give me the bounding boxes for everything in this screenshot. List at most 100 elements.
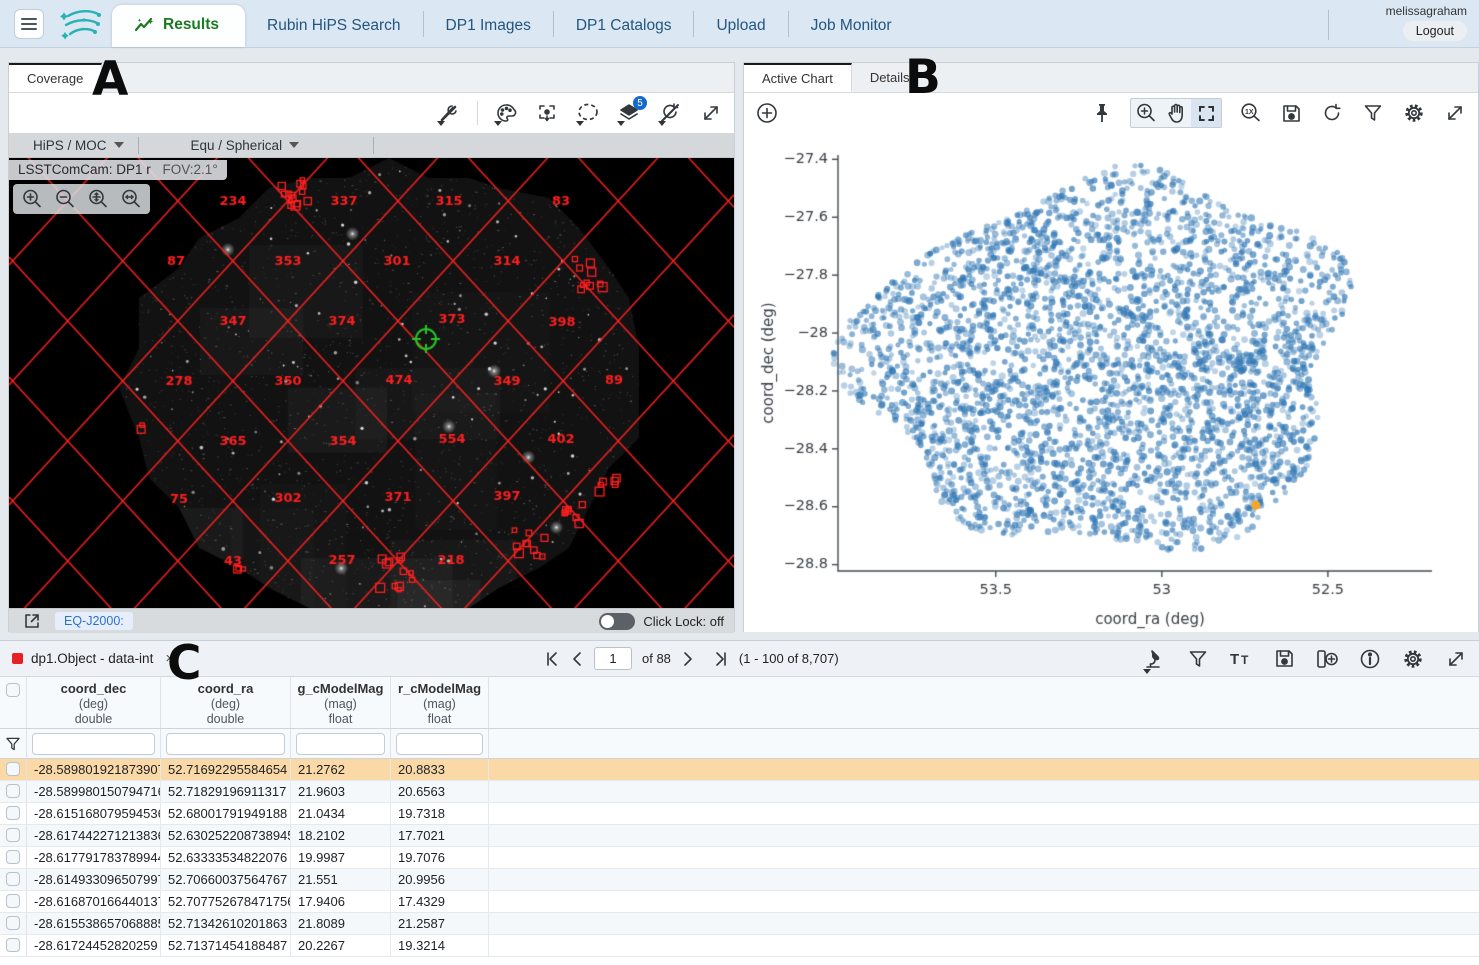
gear-icon[interactable] — [1401, 100, 1427, 126]
expand-icon[interactable] — [1442, 100, 1468, 126]
row-checkbox[interactable] — [6, 828, 20, 842]
pan-hand-icon[interactable] — [1161, 99, 1191, 127]
pin-icon[interactable] — [1089, 100, 1115, 126]
table-row[interactable]: -28.61744227121383652.63025220873894518.… — [0, 825, 1479, 847]
table-row[interactable]: -28.58998015079471652.7182919691131721.9… — [0, 781, 1479, 803]
tools-icon[interactable] — [436, 100, 462, 126]
user-divider — [1328, 10, 1329, 40]
prev-page-button[interactable] — [570, 651, 584, 667]
zoom-fill-icon[interactable] — [118, 186, 144, 212]
cell-coord_dec: -28.61724452820259 — [27, 935, 161, 956]
row-checkbox[interactable] — [6, 916, 20, 930]
table-body: -28.58980192187390752.7169229558465421.2… — [0, 759, 1479, 965]
restore-icon[interactable] — [1319, 100, 1345, 126]
table-row[interactable]: -28.58980192187390752.7169229558465421.2… — [0, 759, 1479, 781]
table-row[interactable]: -28.61553865706888552.7134261020186321.8… — [0, 913, 1479, 935]
zoom-in-icon[interactable] — [19, 186, 45, 212]
nav-tab-upload[interactable]: Upload — [694, 6, 787, 47]
table-row[interactable]: -28.61493309650799752.7066003756476721.5… — [0, 869, 1479, 891]
row-checkbox[interactable] — [6, 872, 20, 886]
filter-icon[interactable] — [1185, 646, 1211, 672]
cell-g_cModelMag: 21.8089 — [291, 913, 391, 934]
first-page-button[interactable] — [544, 651, 560, 667]
sky-coverage-viewer[interactable]: LSSTComCam: DP1 r FOV:2.1° — [9, 158, 734, 608]
logout-button[interactable]: Logout — [1403, 21, 1467, 41]
box-select-icon[interactable] — [1191, 99, 1221, 127]
column-header-r_cModelMag[interactable]: r_cModelMag(mag)float — [391, 677, 489, 728]
save-icon[interactable] — [1278, 100, 1304, 126]
cell-coord_dec: -28.615168079594536 — [27, 803, 161, 824]
projection-dropdown[interactable]: Equ / Spherical — [139, 138, 314, 153]
text-view-icon[interactable]: T T — [1228, 646, 1254, 672]
cell-coord_ra: 52.71692295584654 — [161, 759, 291, 780]
next-page-button[interactable] — [681, 651, 695, 667]
nav-tab-dp1-images[interactable]: DP1 Images — [424, 6, 553, 47]
cell-r_cModelMag: 20.8833 — [391, 759, 489, 780]
filter-icon[interactable] — [1360, 100, 1386, 126]
save-icon[interactable] — [1271, 646, 1297, 672]
chevron-down-icon — [289, 142, 299, 148]
hips-moc-dropdown[interactable]: HiPS / MOC — [19, 138, 138, 153]
scatter-chart[interactable] — [744, 133, 1478, 632]
table-row[interactable]: -28.6172445282025952.7137145418848720.22… — [0, 935, 1479, 957]
table-row[interactable]: -28.61779178378994452.6333353482207619.9… — [0, 847, 1479, 869]
row-checkbox-cell — [0, 781, 27, 802]
info-icon[interactable] — [1357, 646, 1383, 672]
tab-coverage[interactable]: Coverage — [9, 63, 102, 92]
layers-count-badge: 5 — [633, 96, 647, 110]
tab-active-chart[interactable]: Active Chart — [744, 63, 852, 92]
expand-icon[interactable] — [698, 100, 724, 126]
layers-icon[interactable]: 5 — [616, 100, 642, 126]
filter-input-g_cModelMag[interactable] — [296, 733, 385, 755]
row-checkbox[interactable] — [6, 850, 20, 864]
expand-icon[interactable] — [1443, 646, 1469, 672]
recenter-icon[interactable] — [534, 100, 560, 126]
zoom-select-icon[interactable] — [1131, 99, 1161, 127]
filter-input-coord_ra[interactable] — [166, 733, 285, 755]
table-row[interactable]: -28.61516807959453652.6800179194918821.0… — [0, 803, 1479, 825]
rotate-off-icon[interactable] — [657, 100, 683, 126]
column-header-g_cModelMag[interactable]: g_cModelMag(mag)float — [291, 677, 391, 728]
select-all-checkbox[interactable] — [6, 683, 20, 697]
chart-panel: Active ChartDetails — [743, 62, 1479, 632]
nav-tab-dp1-catalogs[interactable]: DP1 Catalogs — [554, 6, 694, 47]
table-row[interactable]: -28.61687016644013752.70775267847175617.… — [0, 891, 1479, 913]
zoom-1x-icon[interactable]: 1X — [1237, 100, 1263, 126]
palette-icon[interactable] — [493, 100, 519, 126]
row-checkbox-cell — [0, 913, 27, 934]
zoom-fit-icon[interactable] — [85, 186, 111, 212]
row-checkbox-cell — [0, 891, 27, 912]
cell-r_cModelMag: 19.3214 — [391, 935, 489, 956]
zoom-out-icon[interactable] — [52, 186, 78, 212]
filter-input-r_cModelMag[interactable] — [396, 733, 483, 755]
row-checkbox[interactable] — [6, 806, 20, 820]
row-checkbox-cell — [0, 759, 27, 780]
firefly-logo[interactable] — [56, 6, 104, 49]
add-chart-icon[interactable] — [754, 100, 780, 126]
row-checkbox[interactable] — [6, 784, 20, 798]
fov-label: FOV:2.1° — [163, 162, 218, 177]
row-checkbox[interactable] — [6, 894, 20, 908]
filter-cell-g_cModelMag — [291, 729, 391, 758]
cell-coord_ra: 52.70660037564767 — [161, 869, 291, 890]
gear-icon[interactable] — [1400, 646, 1426, 672]
cell-coord_dec: -28.617791783789944 — [27, 847, 161, 868]
last-page-button[interactable] — [713, 651, 729, 667]
row-checkbox[interactable] — [6, 762, 20, 776]
row-checkbox[interactable] — [6, 938, 20, 952]
add-column-icon[interactable] — [1314, 646, 1340, 672]
nav-tab-rubin-hips-search[interactable]: Rubin HiPS Search — [245, 6, 423, 47]
cell-coord_dec: -28.589980150794716 — [27, 781, 161, 802]
hamburger-menu-button[interactable] — [14, 9, 44, 39]
table-tab[interactable]: dp1.Object - data-int × — [0, 641, 186, 676]
row-checkbox-cell — [0, 847, 27, 868]
nav-tab-results[interactable]: Results — [112, 5, 245, 47]
ellipse-select-icon[interactable] — [575, 100, 601, 126]
analyze-icon[interactable] — [1142, 646, 1168, 672]
column-header-coord_dec[interactable]: coord_dec(deg)double — [27, 677, 161, 728]
filter-input-coord_dec[interactable] — [32, 733, 155, 755]
external-link-icon[interactable] — [19, 608, 45, 634]
nav-tab-job-monitor[interactable]: Job Monitor — [789, 6, 914, 47]
page-number-input[interactable] — [594, 647, 632, 670]
click-lock-toggle[interactable] — [599, 613, 635, 630]
